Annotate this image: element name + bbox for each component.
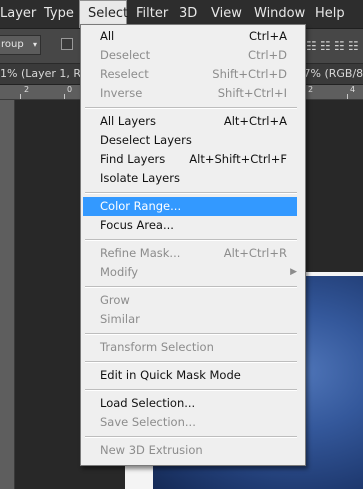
dropdown-value: roup: [1, 39, 24, 50]
menu-separator: [85, 239, 297, 241]
menu-separator: [85, 361, 297, 363]
align-icons-group: ☷ ☷ ☷ ☷: [306, 38, 363, 54]
submenu-arrow-icon: ▶: [290, 267, 297, 277]
tab-right-document[interactable]: .7% (RGB/8): [300, 64, 363, 84]
menu-separator: [85, 286, 297, 288]
align-bottom-icon[interactable]: ☷: [334, 38, 348, 54]
menu-item-label: Reselect: [100, 67, 149, 81]
menu-separator: [85, 436, 297, 438]
menu-item-inverse[interactable]: Inverse Shift+Ctrl+I: [83, 84, 301, 103]
menu-item-label: New 3D Extrusion: [100, 443, 203, 457]
menu-item-label: Save Selection...: [100, 415, 196, 429]
menu-item-save-selection[interactable]: Save Selection...: [83, 413, 301, 432]
menu-item-refine-mask[interactable]: Refine Mask... Alt+Ctrl+R: [83, 244, 301, 263]
menu-item-all-layers[interactable]: All Layers Alt+Ctrl+A: [83, 112, 301, 131]
menu-help[interactable]: Help: [315, 0, 345, 28]
menu-item-edit-in-quick-mask-mode[interactable]: Edit in Quick Mask Mode: [83, 366, 301, 385]
ruler-label: 4: [350, 85, 356, 94]
ruler-tick: [20, 94, 21, 99]
menu-item-isolate-layers[interactable]: Isolate Layers: [83, 169, 301, 188]
menu-item-similar[interactable]: Similar: [83, 310, 301, 329]
menu-item-find-layers[interactable]: Find Layers Alt+Shift+Ctrl+F: [83, 150, 301, 169]
align-top-icon[interactable]: ☷: [306, 38, 320, 54]
ruler-tick: [64, 94, 65, 99]
align-vcenter-icon[interactable]: ☷: [320, 38, 334, 54]
menu-item-label: Isolate Layers: [100, 171, 180, 185]
menu-item-label: Edit in Quick Mask Mode: [100, 368, 241, 382]
menu-item-shortcut: Shift+Ctrl+D: [212, 67, 287, 81]
transform-controls-checkbox[interactable]: [61, 38, 73, 50]
menu-item-label: Modify: [100, 265, 139, 279]
menu-item-shortcut: Alt+Ctrl+R: [223, 246, 287, 260]
menu-item-load-selection[interactable]: Load Selection...: [83, 394, 301, 413]
ruler-label: 2: [308, 85, 314, 94]
menu-item-shortcut: Shift+Ctrl+I: [217, 86, 287, 100]
menu-type[interactable]: Type: [44, 0, 74, 28]
menu-item-reselect[interactable]: Reselect Shift+Ctrl+D: [83, 65, 301, 84]
menu-item-shortcut: Alt+Ctrl+A: [223, 114, 287, 128]
menu-item-modify[interactable]: Modify ▶: [83, 263, 301, 282]
menu-item-grow[interactable]: Grow: [83, 291, 301, 310]
menu-item-focus-area[interactable]: Focus Area...: [83, 216, 301, 235]
menu-separator: [85, 389, 297, 391]
menu-separator: [85, 192, 297, 194]
select-menu: All Ctrl+A Deselect Ctrl+D Reselect Shift+Ctr…: [80, 24, 306, 466]
menu-item-label: Inverse: [100, 86, 143, 100]
menu-item-label: Refine Mask...: [100, 246, 181, 260]
align-left-icon[interactable]: ☷: [348, 38, 362, 54]
menu-item-label: Grow: [100, 293, 130, 307]
menu-item-label: Color Range...: [100, 199, 182, 213]
menu-item-label: Deselect Layers: [100, 133, 192, 147]
menu-item-label: Deselect: [100, 48, 151, 62]
menu-item-color-range[interactable]: Color Range...: [83, 197, 297, 216]
menu-separator: [85, 333, 297, 335]
menu-item-transform-selection[interactable]: Transform Selection: [83, 338, 301, 357]
menu-item-label: All Layers: [100, 114, 156, 128]
dropdown-arrow-icon: ▾: [32, 40, 37, 49]
menu-item-label: Similar: [100, 312, 140, 326]
menu-item-all[interactable]: All Ctrl+A: [83, 27, 301, 46]
menu-layer[interactable]: Layer: [0, 0, 36, 28]
menu-item-label: Focus Area...: [100, 218, 174, 232]
menu-item-label: Transform Selection: [100, 340, 214, 354]
menu-item-label: All: [100, 29, 115, 43]
auto-select-dropdown[interactable]: roup ▾: [0, 35, 41, 55]
menu-item-new-3d-extrusion[interactable]: New 3D Extrusion: [83, 441, 301, 460]
menu-item-label: Load Selection...: [100, 396, 196, 410]
ruler-tick: [347, 94, 348, 99]
menu-item-shortcut: Ctrl+D: [248, 48, 287, 62]
menu-separator: [85, 107, 297, 109]
menu-item-label: Find Layers: [100, 152, 166, 166]
menu-item-shortcut: Alt+Shift+Ctrl+F: [189, 152, 287, 166]
menu-item-deselect[interactable]: Deselect Ctrl+D: [83, 46, 301, 65]
vertical-ruler: [0, 100, 15, 489]
menu-item-shortcut: Ctrl+A: [249, 29, 287, 43]
menu-item-deselect-layers[interactable]: Deselect Layers: [83, 131, 301, 150]
ruler-label: 2: [24, 85, 30, 94]
ruler-label: 0: [67, 85, 73, 94]
tab-left-document[interactable]: 1% (Layer 1, RG: [0, 64, 90, 84]
